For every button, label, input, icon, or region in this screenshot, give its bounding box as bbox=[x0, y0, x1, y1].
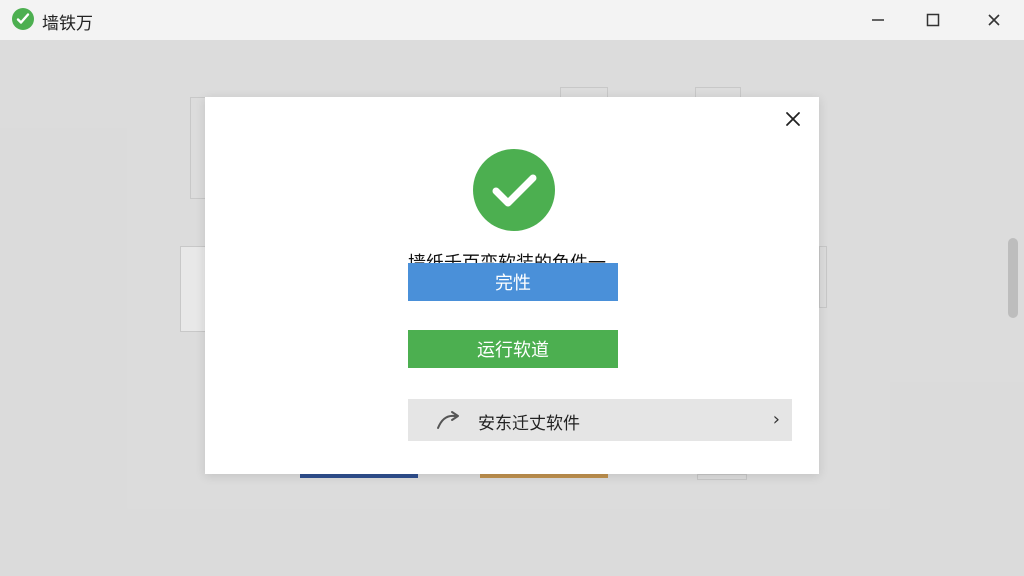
close-window-button[interactable] bbox=[966, 0, 1022, 40]
minimize-button[interactable] bbox=[850, 0, 906, 40]
title-bar: 墙铁万 bbox=[0, 0, 1024, 40]
app-window: 墙铁万 完性 运行软道 安东迁丈软件 › bbox=[0, 0, 1024, 576]
scrollbar-thumb[interactable] bbox=[1008, 238, 1018, 318]
dialog-close-button[interactable] bbox=[779, 105, 807, 133]
install-row-label: 安东迁丈软件 bbox=[478, 414, 580, 434]
close-icon bbox=[988, 14, 1000, 26]
background-card bbox=[819, 246, 827, 308]
maximize-button[interactable] bbox=[905, 0, 961, 40]
app-icon bbox=[12, 8, 34, 30]
chevron-right-icon: › bbox=[772, 409, 780, 430]
run-button[interactable]: 运行软道 bbox=[408, 330, 618, 368]
success-check-icon bbox=[473, 149, 555, 231]
background-strip bbox=[480, 474, 608, 478]
check-icon bbox=[16, 13, 30, 24]
install-other-software-row[interactable]: 安东迁丈软件 › bbox=[408, 399, 792, 441]
close-icon bbox=[786, 112, 800, 126]
check-icon bbox=[492, 174, 537, 207]
arrow-icon bbox=[437, 411, 459, 429]
primary-button[interactable]: 完性 bbox=[408, 263, 618, 301]
window-title: 墙铁万 bbox=[42, 14, 93, 34]
background-card bbox=[180, 246, 207, 332]
minimize-icon bbox=[872, 19, 884, 21]
background-strip bbox=[300, 474, 418, 478]
background-strip bbox=[697, 474, 747, 480]
maximize-icon bbox=[926, 13, 940, 27]
install-success-dialog: 墙纸千百变软装的色件一 完性 运行软道 安东迁丈软件 › bbox=[205, 97, 819, 474]
